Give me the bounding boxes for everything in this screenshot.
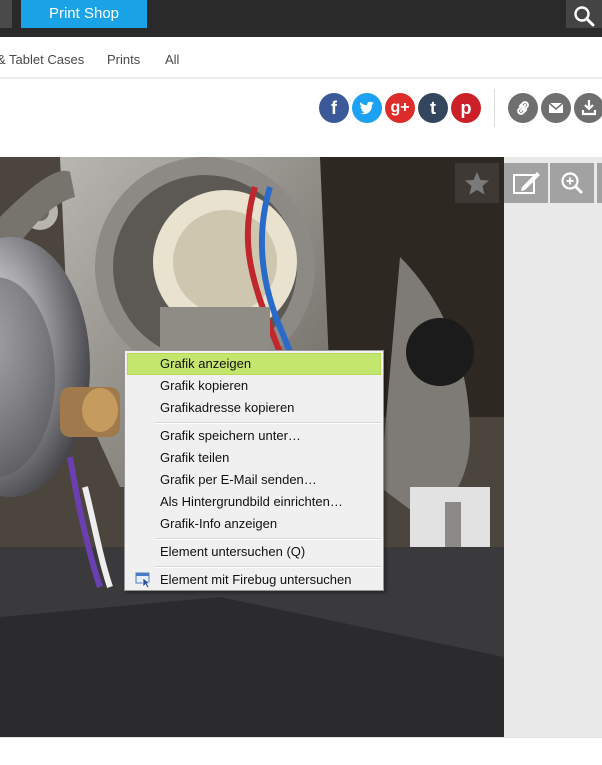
search-icon bbox=[574, 5, 595, 26]
menu-separator bbox=[155, 422, 381, 424]
top-bar: Print Shop bbox=[0, 0, 602, 37]
menu-item-share-image[interactable]: Grafik teilen bbox=[127, 447, 381, 469]
search-button[interactable] bbox=[566, 0, 602, 28]
menu-item-inspect-element[interactable]: Element untersuchen (Q) bbox=[127, 541, 381, 563]
category-nav: & Tablet Cases Prints All bbox=[0, 37, 602, 78]
nav-item-prints[interactable]: Prints bbox=[107, 52, 140, 67]
zoom-in-icon bbox=[561, 172, 583, 194]
edit-button[interactable] bbox=[504, 163, 548, 203]
nav-divider bbox=[0, 77, 602, 79]
star-icon bbox=[465, 172, 489, 195]
menu-item-email-image[interactable]: Grafik per E-Mail senden… bbox=[127, 469, 381, 491]
facebook-share-button[interactable]: f bbox=[319, 93, 349, 123]
firebug-icon bbox=[135, 572, 151, 588]
facebook-icon: f bbox=[331, 98, 337, 118]
tumblr-share-button[interactable]: t bbox=[418, 93, 448, 123]
link-icon bbox=[517, 101, 529, 115]
menu-separator bbox=[155, 538, 381, 540]
twitter-share-button[interactable] bbox=[352, 93, 382, 123]
menu-item-view-image[interactable]: Grafik anzeigen bbox=[127, 353, 381, 375]
menu-item-save-image[interactable]: Grafik speichern unter… bbox=[127, 425, 381, 447]
nav-item-all[interactable]: All bbox=[165, 52, 179, 67]
google-plus-icon: g+ bbox=[390, 99, 410, 116]
edit-icon bbox=[513, 172, 540, 194]
menu-button-stub[interactable] bbox=[0, 0, 12, 28]
favorite-button[interactable] bbox=[455, 163, 499, 203]
menu-item-copy-image-address[interactable]: Grafikadresse kopieren bbox=[127, 397, 381, 419]
menu-item-set-background[interactable]: Als Hintergrundbild einrichten… bbox=[127, 491, 381, 513]
google-plus-share-button[interactable]: g+ bbox=[385, 93, 415, 123]
more-tools-button[interactable] bbox=[597, 163, 602, 203]
tools-sidebar bbox=[504, 157, 602, 737]
zoom-button[interactable] bbox=[550, 163, 594, 203]
download-button[interactable] bbox=[574, 93, 602, 123]
nav-item-tablet-cases[interactable]: & Tablet Cases bbox=[0, 52, 84, 67]
twitter-icon bbox=[360, 101, 374, 115]
share-divider bbox=[494, 89, 495, 127]
menu-item-copy-image[interactable]: Grafik kopieren bbox=[127, 375, 381, 397]
menu-item-firebug-inspect[interactable]: Element mit Firebug untersuchen bbox=[127, 569, 381, 591]
menu-item-image-info[interactable]: Grafik-Info anzeigen bbox=[127, 513, 381, 535]
print-shop-button[interactable]: Print Shop bbox=[21, 0, 147, 28]
download-icon bbox=[581, 100, 597, 116]
mail-icon bbox=[548, 102, 564, 113]
tumblr-icon: t bbox=[430, 98, 436, 118]
copy-link-button[interactable] bbox=[508, 93, 538, 123]
pinterest-icon: p bbox=[460, 98, 472, 118]
context-menu: Grafik anzeigen Grafik kopieren Grafikad… bbox=[124, 350, 384, 591]
pinterest-share-button[interactable]: p bbox=[451, 93, 481, 123]
email-share-button[interactable] bbox=[541, 93, 571, 123]
content-bottom-divider bbox=[0, 737, 602, 738]
menu-separator bbox=[155, 566, 381, 568]
